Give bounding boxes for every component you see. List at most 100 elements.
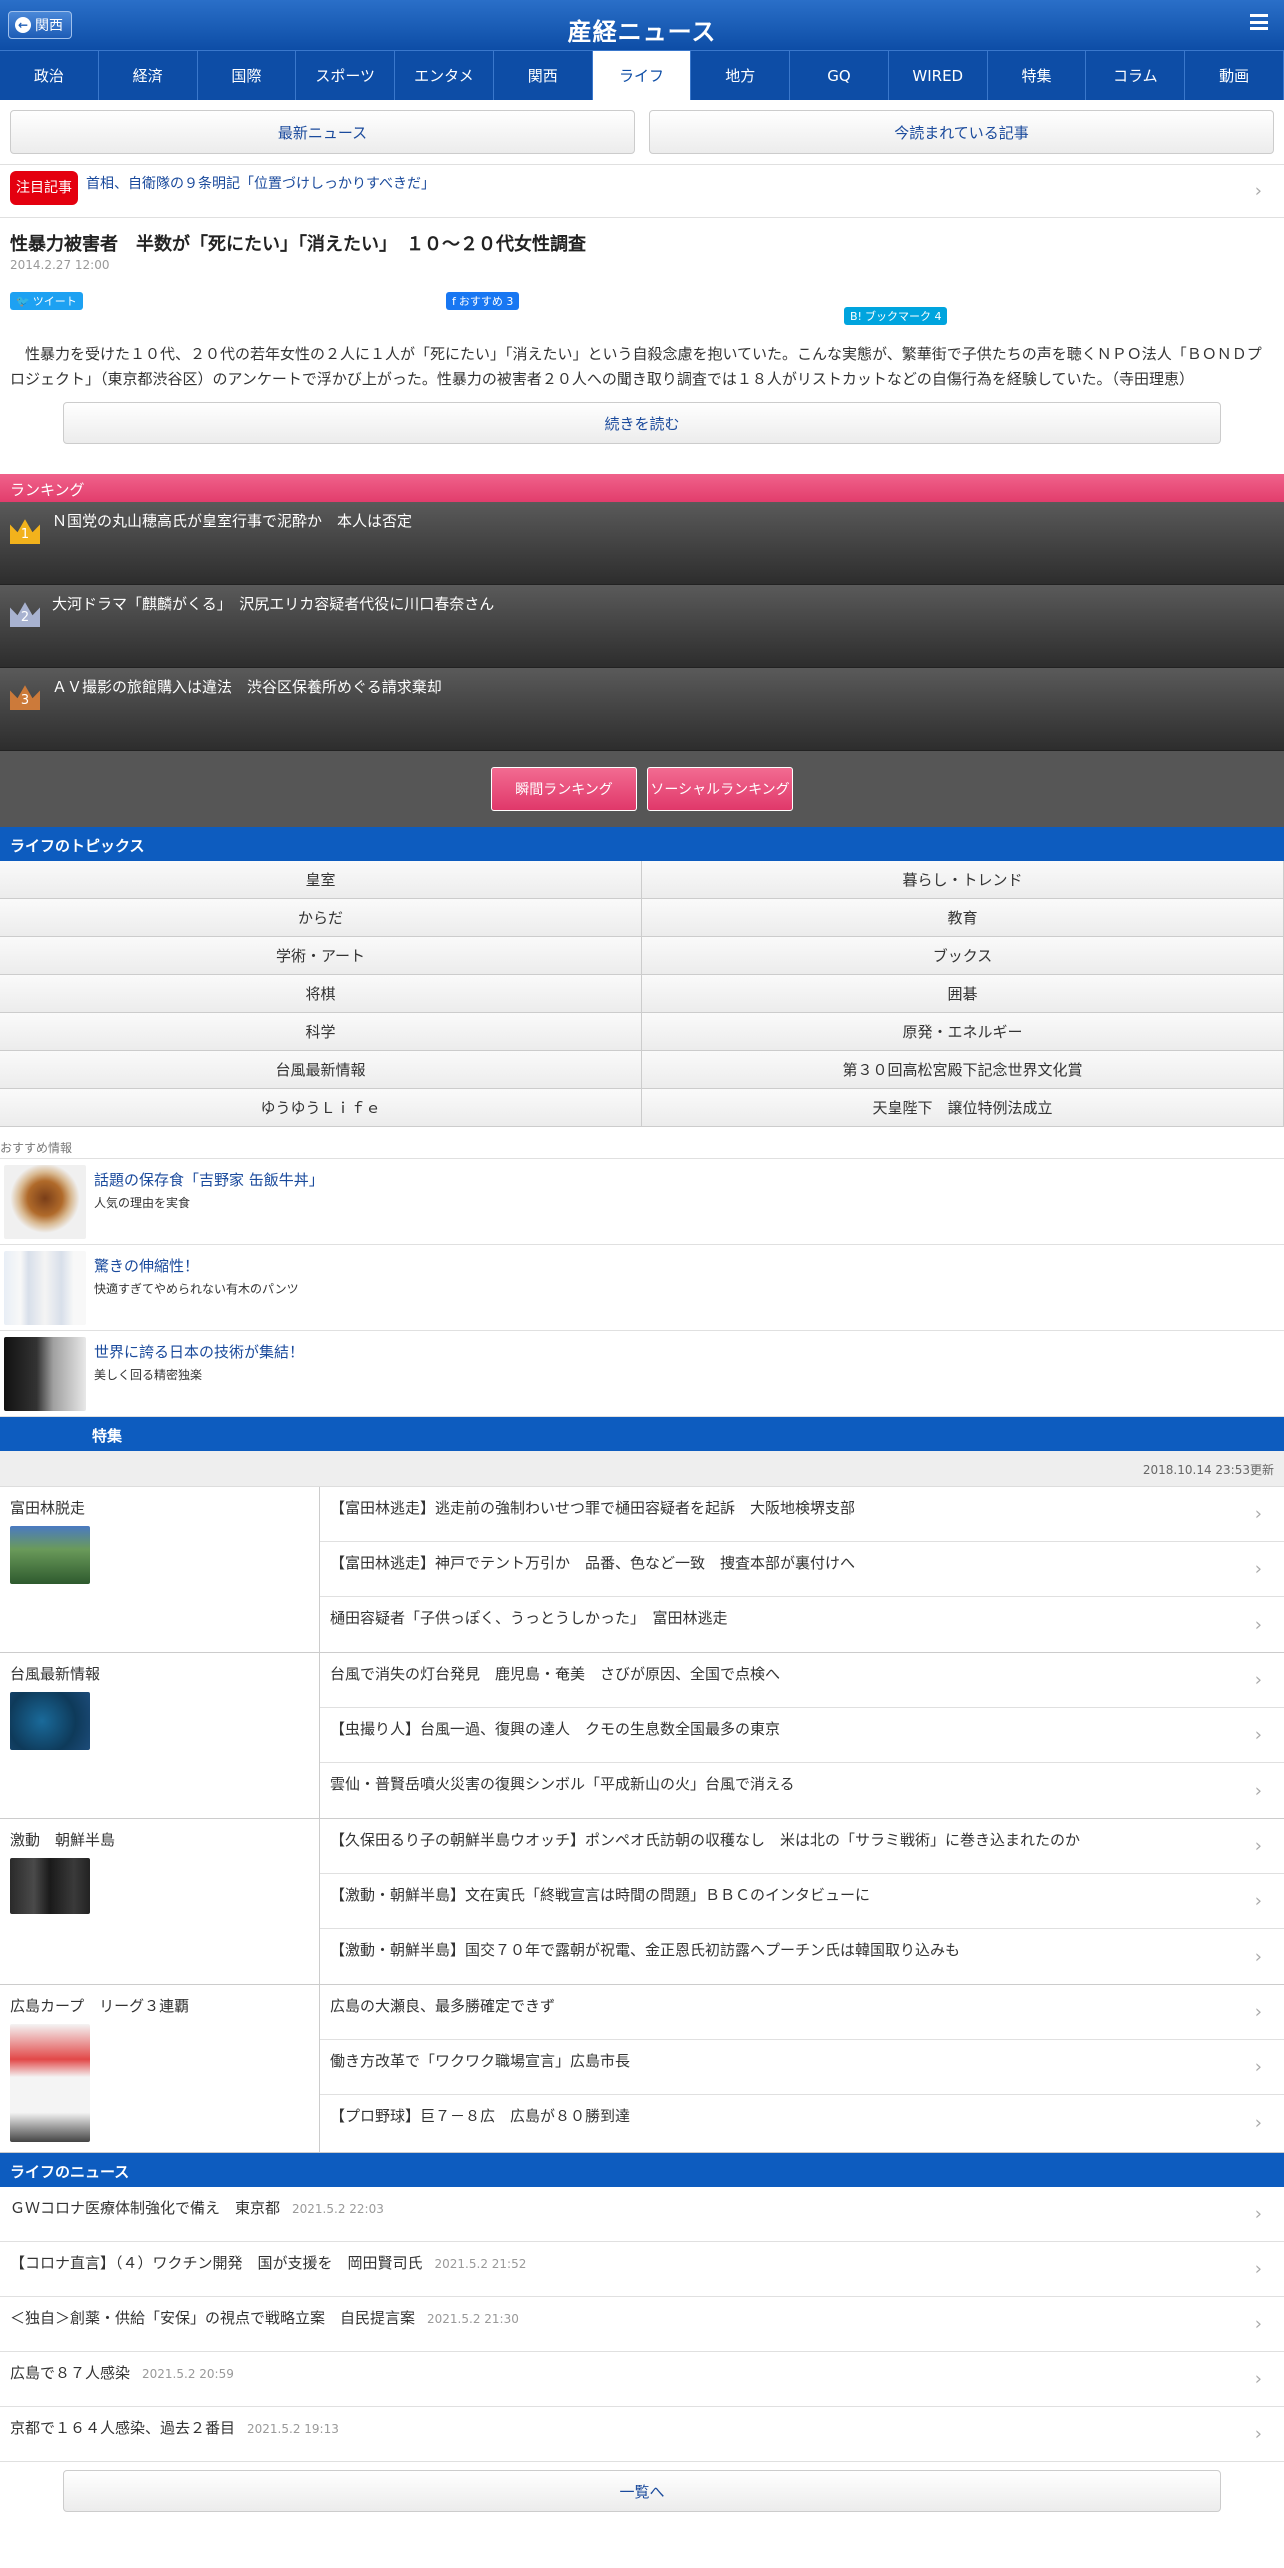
most-read-button[interactable]: 今読まれている記事 bbox=[649, 110, 1274, 154]
ranking-item[interactable]: 2 大河ドラマ「麒麟がくる」 沢尻エリカ容疑者代役に川口春奈さん bbox=[0, 585, 1284, 668]
feature-link[interactable]: 広島の大瀬良、最多勝確定できず › bbox=[320, 1985, 1284, 2040]
nav-item-column[interactable]: コラム bbox=[1086, 51, 1186, 100]
nav-item-world[interactable]: 国際 bbox=[198, 51, 297, 100]
feature-link[interactable]: 【富田林逃走】神戸でテント万引か 品番、色など一致 捜査本部が裏付けへ › bbox=[320, 1542, 1284, 1597]
chevron-right-icon: › bbox=[1254, 2368, 1262, 2390]
article-lead: 性暴力を受けた１０代、２０代の若年女性の２人に１人が「死にたい」「消えたい」とい… bbox=[10, 345, 1262, 388]
recommend-thumbnail[interactable] bbox=[4, 1165, 86, 1239]
topic-link[interactable]: 囲碁 bbox=[642, 975, 1284, 1013]
ranking-header: ランキング bbox=[0, 474, 1284, 502]
news-item[interactable]: ＜独自＞創薬・供給「安保」の視点で戦略立案 自民提言案 2021.5.2 21:3… bbox=[0, 2297, 1284, 2352]
recommend-thumbnail[interactable] bbox=[4, 1251, 86, 1325]
crown-bronze-icon: 3 bbox=[10, 685, 40, 710]
featured-notice[interactable]: 注目記事 首相、自衛隊の９条明記「位置づけしっかりすべきだ」 › bbox=[0, 164, 1284, 218]
nav-item-politics[interactable]: 政治 bbox=[0, 51, 99, 100]
feature-name[interactable]: 広島カープ リーグ３連覇 bbox=[10, 1995, 309, 2016]
feature-link[interactable]: 働き方改革で「ワクワク職場宣言」広島市長 › bbox=[320, 2040, 1284, 2095]
featured-link[interactable]: 首相、自衛隊の９条明記「位置づけしっかりすべきだ」 bbox=[86, 173, 435, 193]
topic-link[interactable]: 第３０回高松宮殿下記念世界文化賞 bbox=[642, 1051, 1284, 1089]
news-item[interactable]: 広島で８７人感染 2021.5.2 20:59 › bbox=[0, 2352, 1284, 2407]
feature-image[interactable] bbox=[10, 1526, 90, 1584]
nav-item-sports[interactable]: スポーツ bbox=[296, 51, 396, 100]
feature-name[interactable]: 富田林脱走 bbox=[10, 1497, 309, 1518]
nav-item-wired[interactable]: WIRED bbox=[889, 51, 988, 100]
feature-row: 広島カープ リーグ３連覇 広島の大瀬良、最多勝確定できず › 働き方改革で「ワクワ… bbox=[0, 1985, 1284, 2153]
feature-name[interactable]: 激動 朝鮮半島 bbox=[10, 1829, 309, 1850]
feature-row: 富田林脱走 【富田林逃走】逃走前の強制わいせつ罪で樋田容疑者を起訴 大阪地検堺支… bbox=[0, 1487, 1284, 1653]
topic-link[interactable]: 天皇陛下 譲位特例法成立 bbox=[642, 1089, 1284, 1127]
social-ranking-button[interactable]: ソーシャルランキング bbox=[647, 767, 793, 811]
topic-link[interactable]: 皇室 bbox=[0, 861, 642, 899]
topic-link[interactable]: 教育 bbox=[642, 899, 1284, 937]
hamburger-menu-icon[interactable] bbox=[1250, 14, 1268, 30]
topic-link[interactable]: ブックス bbox=[642, 937, 1284, 975]
recommend-title[interactable]: 驚きの伸縮性！ bbox=[94, 1255, 299, 1276]
topic-link[interactable]: 台風最新情報 bbox=[0, 1051, 642, 1089]
ranking-text[interactable]: 大河ドラマ「麒麟がくる」 沢尻エリカ容疑者代役に川口春奈さん bbox=[52, 595, 494, 613]
topic-link[interactable]: 科学 bbox=[0, 1013, 642, 1051]
feature-link[interactable]: 【富田林逃走】逃走前の強制わいせつ罪で樋田容疑者を起訴 大阪地検堺支部 › bbox=[320, 1487, 1284, 1542]
news-item[interactable]: 京都で１６４人感染、過去２番目 2021.5.2 19:13 › bbox=[0, 2407, 1284, 2462]
ranking-text[interactable]: Ｎ国党の丸山穂高氏が皇室行事で泥酔か 本人は否定 bbox=[52, 512, 412, 530]
feature-link[interactable]: 雲仙・普賢岳噴火災害の復興シンボル「平成新山の火」台風で消える › bbox=[320, 1763, 1284, 1818]
read-more-button[interactable]: 続きを読む bbox=[63, 402, 1221, 444]
feature-link[interactable]: 【激動・朝鮮半島】国交７０年で露朝が祝電、金正恩氏初訪露へプーチン氏は韓国取り込… bbox=[320, 1929, 1284, 1984]
chevron-right-icon: › bbox=[1254, 2258, 1262, 2280]
feature-link[interactable]: 台風で消失の灯台発見 鹿児島・奄美 さびが原因、全国で点検へ › bbox=[320, 1653, 1284, 1708]
back-button[interactable]: ← 関西 bbox=[8, 11, 72, 39]
topic-link[interactable]: 学術・アート bbox=[0, 937, 642, 975]
news-item[interactable]: 【コロナ直言】（４）ワクチン開発 国が支援を 岡田賢司氏 2021.5.2 21:… bbox=[0, 2242, 1284, 2297]
recommend-item[interactable]: 驚きの伸縮性！ 快適すぎてやめられない有木のパンツ bbox=[0, 1245, 1284, 1331]
tweet-button[interactable]: 🐦 ツイート bbox=[10, 292, 83, 310]
news-item[interactable]: ＧＷコロナ医療体制強化で備え 東京都 2021.5.2 22:03 › bbox=[0, 2187, 1284, 2242]
site-logo[interactable]: 産経ニュース bbox=[568, 12, 717, 47]
topic-link[interactable]: からだ bbox=[0, 899, 642, 937]
feature-link[interactable]: 樋田容疑者「子供っぽく、うっとうしかった」 富田林逃走 › bbox=[320, 1597, 1284, 1652]
ranking-item[interactable]: 1 Ｎ国党の丸山穂高氏が皇室行事で泥酔か 本人は否定 bbox=[0, 502, 1284, 585]
topic-link[interactable]: 原発・エネルギー bbox=[642, 1013, 1284, 1051]
feature-link[interactable]: 【久保田るり子の朝鮮半島ウオッチ】ポンペオ氏訪朝の収穫なし 米は北の「サラミ戦術… bbox=[320, 1819, 1284, 1874]
nav-item-entertainment[interactable]: エンタメ bbox=[395, 51, 494, 100]
ranking-text[interactable]: ＡＶ撮影の旅館購入は違法 渋谷区保養所めぐる請求棄却 bbox=[52, 678, 442, 696]
recommend-subtitle: 人気の理由を実食 bbox=[94, 1196, 191, 1210]
social-buttons: 🐦 ツイート f おすすめ 3 B! ブックマーク 4 bbox=[0, 272, 1284, 332]
feature-name[interactable]: 台風最新情報 bbox=[10, 1663, 309, 1684]
nav-item-economy[interactable]: 経済 bbox=[99, 51, 198, 100]
feature-link[interactable]: 【激動・朝鮮半島】文在寅氏「終戦宣言は時間の問題」ＢＢＣのインタビューに › bbox=[320, 1874, 1284, 1929]
chevron-right-icon: › bbox=[1254, 2423, 1262, 2445]
chevron-right-icon: › bbox=[1254, 2112, 1262, 2133]
news-time: 2021.5.2 22:03 bbox=[292, 2202, 384, 2216]
feature-link[interactable]: 【虫撮り人】台風一過、復興の達人 クモの生息数全国最多の東京 › bbox=[320, 1708, 1284, 1763]
recommend-item[interactable]: 話題の保存食「吉野家 缶飯牛丼」 人気の理由を実食 bbox=[0, 1159, 1284, 1245]
nav-item-local[interactable]: 地方 bbox=[691, 51, 791, 100]
back-label: 関西 bbox=[35, 18, 63, 34]
hatena-icon: B! bbox=[850, 309, 862, 323]
recommend-title[interactable]: 世界に誇る日本の技術が集結！ bbox=[94, 1341, 304, 1362]
feature-header: 特集 bbox=[0, 1417, 1284, 1451]
instant-ranking-button[interactable]: 瞬間ランキング bbox=[491, 767, 637, 811]
chevron-right-icon: › bbox=[1254, 180, 1262, 202]
recommend-item[interactable]: 世界に誇る日本の技術が集結！ 美しく回る精密独楽 bbox=[0, 1331, 1284, 1417]
feature-link[interactable]: 【プロ野球】巨７－８広 広島が８０勝到達 › bbox=[320, 2095, 1284, 2150]
topic-link[interactable]: ゆうゆうＬｉｆｅ bbox=[0, 1089, 642, 1127]
topic-link[interactable]: 将棋 bbox=[0, 975, 642, 1013]
view-all-button[interactable]: 一覧へ bbox=[63, 2470, 1221, 2512]
topic-link[interactable]: 暮らし・トレンド bbox=[642, 861, 1284, 899]
facebook-like-button[interactable]: f おすすめ 3 bbox=[446, 292, 520, 310]
article-title: 性暴力被害者 半数が「死にたい」「消えたい」 １０～２０代女性調査 bbox=[10, 234, 586, 255]
feature-image[interactable] bbox=[10, 1858, 90, 1914]
chevron-right-icon: › bbox=[1254, 2313, 1262, 2335]
recommend-subtitle: 快適すぎてやめられない有木のパンツ bbox=[94, 1282, 299, 1296]
feature-image[interactable] bbox=[10, 1692, 90, 1750]
recommend-thumbnail[interactable] bbox=[4, 1337, 86, 1411]
nav-item-kansai[interactable]: 関西 bbox=[494, 51, 593, 100]
nav-item-gq[interactable]: GQ bbox=[790, 51, 889, 100]
latest-news-button[interactable]: 最新ニュース bbox=[10, 110, 635, 154]
nav-item-life[interactable]: ライフ bbox=[592, 51, 692, 100]
nav-item-video[interactable]: 動画 bbox=[1185, 51, 1284, 100]
recommend-title[interactable]: 話題の保存食「吉野家 缶飯牛丼」 bbox=[94, 1169, 324, 1190]
hatena-bookmark-button[interactable]: B! ブックマーク 4 bbox=[844, 307, 948, 325]
ranking-item[interactable]: 3 ＡＶ撮影の旅館購入は違法 渋谷区保養所めぐる請求棄却 bbox=[0, 668, 1284, 751]
feature-image[interactable] bbox=[10, 2024, 90, 2142]
nav-item-features[interactable]: 特集 bbox=[988, 51, 1087, 100]
